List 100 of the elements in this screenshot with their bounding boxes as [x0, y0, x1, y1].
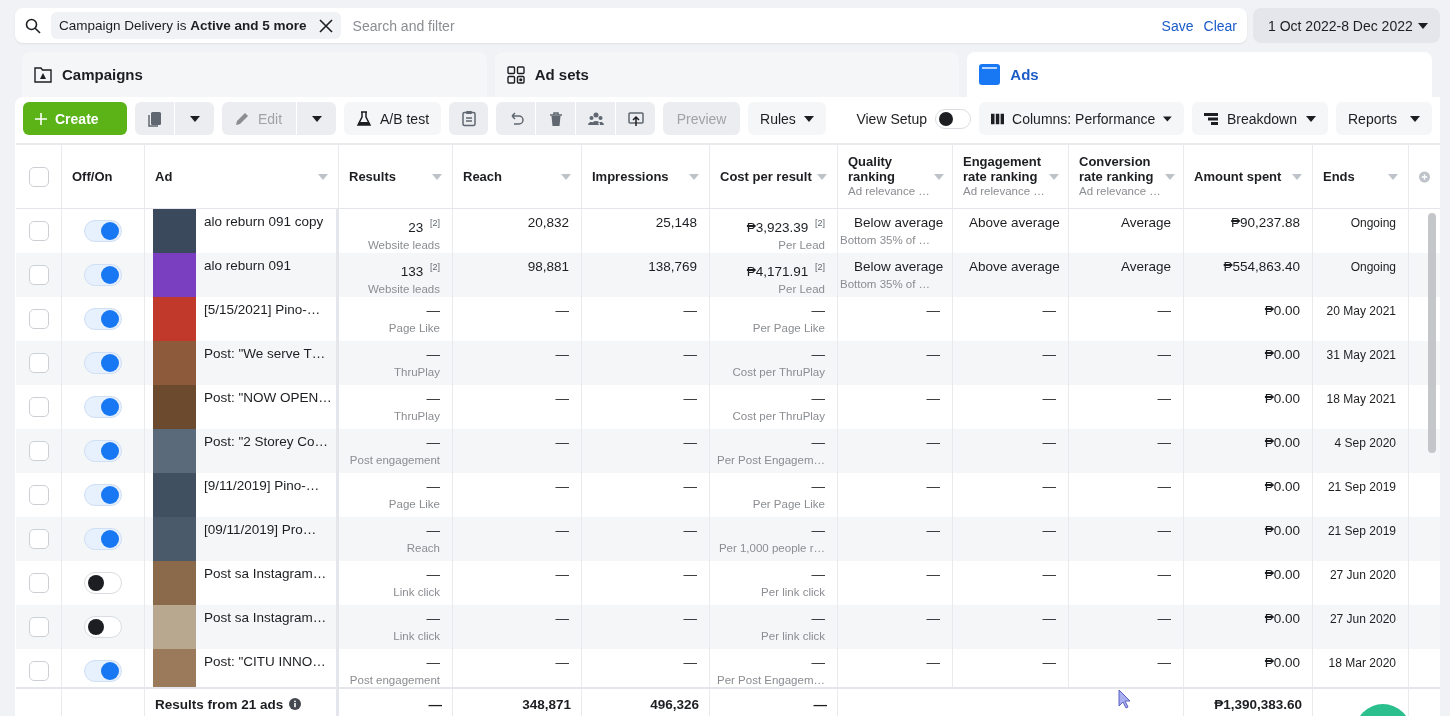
search-icon[interactable]: [25, 17, 41, 34]
table-cell: Ongoing: [1350, 259, 1396, 275]
result-type: Website leads: [367, 282, 440, 295]
table-cell: 20 May 2021: [1326, 303, 1396, 319]
columns-button[interactable]: Columns: Performance: [979, 102, 1184, 135]
flask-icon: [356, 110, 372, 127]
search-field[interactable]: Campaign Delivery is Active and 5 more Search and filter Save Clear: [15, 8, 1247, 43]
table-cell: Average: [1120, 215, 1171, 231]
table-cell: —: [683, 391, 697, 407]
share-button[interactable]: [616, 102, 656, 135]
result-type: Reach: [406, 542, 440, 554]
reports-button[interactable]: Reports: [1336, 102, 1432, 135]
dropdown-button[interactable]: [297, 102, 336, 135]
row-checkbox[interactable]: [28, 529, 49, 549]
table-cell: —: [1157, 567, 1171, 583]
photo-placeholder: [153, 209, 196, 253]
tab[interactable]: Ad sets: [494, 52, 960, 97]
table-cell: —: [555, 303, 569, 319]
table-cell: Average: [1120, 259, 1171, 275]
save-link[interactable]: Save: [1161, 17, 1194, 34]
column-header[interactable]: Quality ranking: [848, 154, 930, 184]
result-type: ThruPlay: [393, 410, 440, 422]
people-button[interactable]: [576, 102, 616, 135]
table-cell: —: [555, 435, 569, 451]
grid-icon: [506, 65, 525, 84]
toggle-switch[interactable]: [84, 660, 122, 682]
table-cell: —: [555, 567, 569, 583]
duplicate-button[interactable]: [135, 102, 174, 135]
clear-link[interactable]: Clear: [1203, 17, 1237, 34]
column-header[interactable]: Amount spent: [1194, 169, 1282, 184]
table-cell: 27 Jun 2020: [1329, 567, 1396, 583]
toggle-switch[interactable]: [84, 572, 122, 594]
toggle-switch[interactable]: [84, 352, 122, 374]
table-cell: —: [926, 435, 940, 451]
tab[interactable]: Campaigns: [22, 52, 487, 97]
table-cell: —: [683, 479, 697, 495]
caret-icon: [1163, 115, 1172, 122]
trash-icon: [547, 110, 564, 127]
table-cell: ₱0.00: [1264, 479, 1300, 495]
close-icon[interactable]: [318, 18, 333, 33]
row-checkbox[interactable]: [28, 661, 49, 681]
caret-icon: [1164, 173, 1175, 180]
filter-chip[interactable]: Campaign Delivery is Active and 5 more: [51, 12, 341, 39]
table-cell: —: [1042, 391, 1056, 407]
total-cell: 348,871: [522, 696, 571, 712]
total-cell: —: [813, 696, 827, 712]
column-header[interactable]: Engagement rate ranking: [963, 154, 1045, 184]
column-subheader: Ad relevance …: [1079, 184, 1161, 199]
table-cell: —: [426, 567, 440, 583]
ab-test-button[interactable]: A/B test: [344, 102, 442, 135]
row-checkbox[interactable]: [28, 221, 49, 241]
column-header[interactable]: Results: [349, 169, 396, 184]
toggle-switch[interactable]: [84, 616, 122, 638]
column-header[interactable]: Reach: [463, 169, 503, 184]
table-cell: 18 Mar 2020: [1328, 655, 1396, 671]
row-checkbox[interactable]: [28, 397, 49, 417]
tab[interactable]: Ads: [967, 52, 1432, 97]
row-checkbox[interactable]: [28, 485, 49, 505]
plus-icon: [35, 112, 47, 125]
column-header[interactable]: Ends: [1323, 169, 1355, 184]
table-cell: —: [1042, 523, 1056, 539]
row-checkbox[interactable]: [28, 441, 49, 461]
table-cell: —: [426, 347, 440, 363]
table-cell: ₱0.00: [1264, 347, 1300, 363]
table-cell: Below average: [854, 259, 944, 275]
row-checkbox[interactable]: [28, 265, 49, 285]
table-cell: ₱0.00: [1264, 391, 1300, 407]
table-cell: —: [1157, 303, 1171, 319]
rules-button[interactable]: Rules: [748, 102, 826, 135]
toggle-switch[interactable]: [84, 396, 122, 418]
table-cell: 25,148: [655, 215, 697, 231]
filter-chip-text: Campaign Delivery is Active and 5 more: [59, 18, 307, 33]
column-header[interactable]: Conversion rate ranking: [1079, 154, 1161, 184]
toggle-switch[interactable]: [84, 264, 122, 286]
row-checkbox[interactable]: [28, 617, 49, 637]
toggle-switch[interactable]: [84, 308, 122, 330]
row-checkbox[interactable]: [28, 309, 49, 329]
column-header[interactable]: Off/On: [72, 169, 113, 184]
row-checkbox[interactable]: [28, 353, 49, 373]
clipboard-button[interactable]: [449, 102, 489, 135]
breakdown-button[interactable]: Breakdown: [1192, 102, 1328, 135]
toggle-switch[interactable]: [84, 220, 122, 242]
column-header[interactable]: Cost per result: [720, 169, 812, 184]
date-range-button[interactable]: 1 Oct 2022-8 Dec 2022: [1253, 8, 1440, 43]
select-all-checkbox[interactable]: [28, 166, 49, 187]
toggle-switch[interactable]: [84, 440, 122, 462]
table-cell: ₱0.00: [1264, 611, 1300, 627]
column-header[interactable]: Ad: [155, 169, 173, 184]
column-header[interactable]: Impressions: [592, 169, 669, 184]
ad-name: [09/11/2019] Pro…: [204, 521, 317, 537]
view-setup-toggle[interactable]: [935, 108, 971, 129]
delete-button[interactable]: [536, 102, 576, 135]
info-icon[interactable]: [289, 698, 302, 710]
toggle-switch[interactable]: [84, 484, 122, 506]
undo-button[interactable]: [496, 102, 536, 135]
dropdown-button[interactable]: [175, 102, 214, 135]
table-cell: 20,832: [527, 215, 569, 231]
result-type: Page Like: [388, 322, 440, 334]
toggle-switch[interactable]: [84, 528, 122, 550]
row-checkbox[interactable]: [28, 573, 49, 593]
